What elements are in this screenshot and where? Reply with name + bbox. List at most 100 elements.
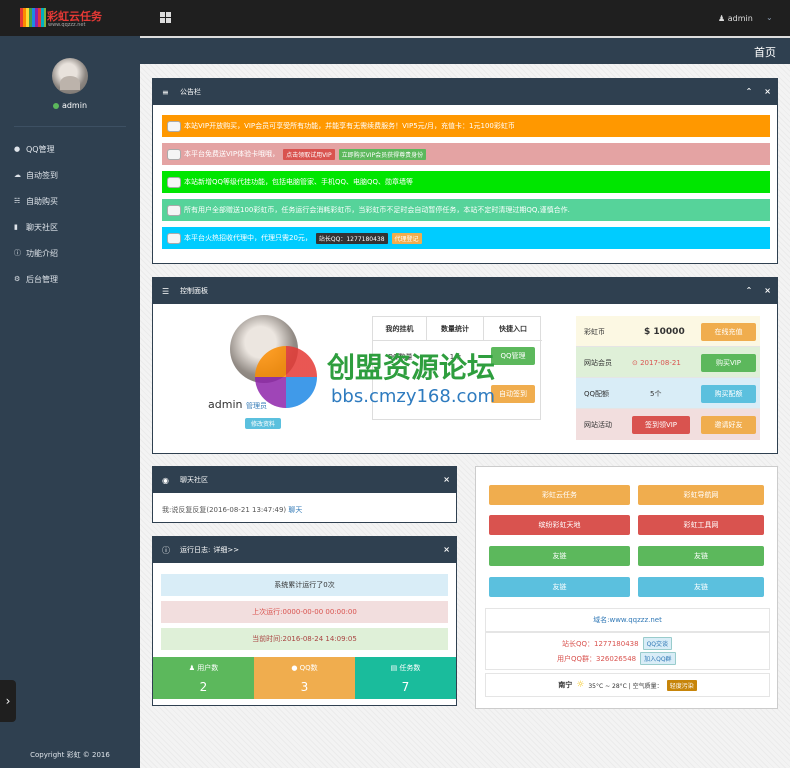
menu-toggle-icon[interactable] (160, 12, 171, 23)
sun-icon: ☼ (576, 680, 585, 690)
notice-item: 本平台免费送VIP体验卡哦哦， 点击领取试用VIP 立即购买VIP会员获得尊贵身份 (162, 143, 770, 165)
domain-text: 域名:www.qqzzz.net (485, 608, 770, 632)
buy-vip-button[interactable]: 购买VIP (701, 354, 756, 372)
link-button[interactable]: 缤纷彩虹天地 (489, 515, 630, 535)
sidebar-item-signin[interactable]: ☁ 自动签到 (14, 162, 58, 188)
expand-tab[interactable]: › (0, 680, 16, 722)
signin-vip-button[interactable]: 签到领VIP (632, 416, 690, 434)
info-row: 网站活动 签到领VIP 邀请好友 (576, 409, 760, 440)
sidebar-item-chat[interactable]: ▮ 聊天社区 (14, 214, 58, 240)
close-icon[interactable]: × (764, 87, 771, 96)
notice-item: 本站新增QQ等级代挂功能，包括电脑管家、手机QQ、电脑QQ、勋章墙等 (162, 171, 770, 193)
agent-register-button[interactable]: 代理登记 (391, 232, 422, 244)
info-row: 网站会员 ⊙ 2017-08-21 购买VIP (576, 347, 760, 378)
admin-qq-tag[interactable]: 站长QQ：1277180438 (315, 232, 388, 244)
sidebar-item-qq[interactable]: ● QQ管理 (14, 136, 58, 162)
notice-item: 所有用户全部赠送100彩虹币，任务运行会消耗彩虹币，当彩虹币不足时会自动暂停任务… (162, 199, 770, 221)
close-icon[interactable]: × (764, 286, 771, 295)
watermark-title: 创盟资源论坛 (327, 351, 496, 384)
list-icon: ≡ (162, 87, 169, 97)
invite-friends-button[interactable]: 邀请好友 (701, 416, 756, 434)
weather-bar: 南宁 ☼ 35°C ~ 28°C | 空气质量： 轻度污染 (485, 673, 770, 697)
watermark: 创盟资源论坛 bbs.cmzy168.com (255, 344, 555, 414)
brand-url: www.qqzzz.net (48, 22, 86, 28)
stat-users: ♟ 用户数 2 (153, 657, 254, 699)
collapse-icon[interactable]: ⌃ (746, 286, 753, 295)
log-row: 当前时间:2016-08-24 14:09:05 (161, 628, 448, 650)
notice-icon (167, 232, 181, 244)
log-panel: ⓘ 运行日志: 详细>> × 系统累计运行了0次 上次运行:0000-00-00 0… (152, 536, 457, 706)
panel-title: 控制面板 (180, 287, 208, 295)
info-table: 彩虹币 $ 10000 在线充值 网站会员 ⊙ 2017-08-21 购买VIP… (576, 316, 760, 440)
user-name: admin (727, 14, 753, 23)
contact-box: 站长QQ：1277180438 QQ交谈 用户QQ群：326026548 加入QQ群 (485, 632, 770, 670)
sidebar-item-shop[interactable]: ☵ 自助购买 (14, 188, 58, 214)
notice-item: 本站VIP开放购买，VIP会员可享受所有功能，并能享有无需续费服务！VIP5元/… (162, 115, 770, 137)
info-label: QQ配额 (584, 389, 610, 398)
notice-icon (167, 204, 181, 216)
qq-icon: ● (291, 664, 298, 672)
cloud-icon: ☁ (14, 171, 21, 179)
gear-icon: ⚙ (14, 275, 21, 283)
info-icon: ⓘ (14, 249, 21, 257)
link-button[interactable]: 彩虹导航网 (638, 485, 764, 505)
link-button[interactable]: 彩虹云任务 (489, 485, 630, 505)
chevron-down-icon[interactable]: ⌄ (766, 13, 773, 22)
panel-header: ☰ 控制面板 ⌃ × (153, 278, 777, 304)
user-icon: ♟ (188, 664, 196, 672)
weather-temp: 35°C ~ 28°C | 空气质量： (588, 682, 663, 690)
sidebar-item-features[interactable]: ⓘ 功能介绍 (14, 240, 58, 266)
sidebar-item-admin[interactable]: ⚙ 后台管理 (14, 266, 58, 292)
buy-quota-button[interactable]: 购买配额 (701, 385, 756, 403)
admin-qq: 站长QQ：1277180438 QQ交谈 (562, 637, 673, 650)
info-row: 彩虹币 $ 10000 在线充值 (576, 316, 760, 347)
qq-group: 用户QQ群：326026548 加入QQ群 (557, 652, 676, 665)
edit-profile-button[interactable]: 修改资料 (245, 418, 281, 429)
table-header: 我的挂机 (373, 317, 427, 341)
online-dot-icon (52, 102, 59, 109)
link-button[interactable]: 友链 (638, 577, 764, 597)
comments-icon: ◉ (162, 475, 169, 485)
chat-link[interactable]: 聊天 (288, 506, 302, 514)
info-value: 5个 (650, 389, 662, 398)
link-button[interactable]: 友链 (489, 577, 630, 597)
log-detail-link[interactable]: 详细>> (213, 545, 239, 555)
avatar[interactable] (52, 58, 88, 94)
comment-icon: ▮ (14, 223, 18, 231)
panel-header: ⓘ 运行日志: 详细>> × (153, 537, 456, 563)
chat-panel: ◉ 聊天社区 × 我:说反复反复(2016-08-21 13:47:49) 聊天 (152, 466, 457, 523)
notice-icon (167, 120, 181, 132)
join-group-button[interactable]: 加入QQ群 (640, 652, 676, 665)
vip-trial-button[interactable]: 点击领取试用VIP (283, 148, 335, 160)
user-icon: ♟ (718, 14, 726, 23)
recharge-button[interactable]: 在线充值 (701, 323, 756, 341)
stat-tasks: ▤ 任务数 7 (355, 657, 456, 699)
info-value: $ 10000 (644, 326, 685, 337)
weather-city: 南宁 (558, 681, 573, 689)
sidebar: admin ● QQ管理 ☁ 自动签到 ☵ 自助购买 ▮ 聊天社区 ⓘ 功能介绍 ⚙ 后台管… (0, 36, 140, 768)
log-row: 上次运行:0000-00-00 00:00:00 (161, 601, 448, 623)
close-icon[interactable]: × (443, 545, 450, 554)
log-row: 系统累计运行了0次 (161, 574, 448, 596)
divider (14, 126, 126, 127)
qq-chat-button[interactable]: QQ交谈 (642, 637, 673, 650)
collapse-icon[interactable]: ⌃ (746, 87, 753, 96)
link-button[interactable]: 友链 (489, 546, 630, 566)
buy-vip-button[interactable]: 立即购买VIP会员获得尊贵身份 (338, 148, 427, 160)
breadcrumb: 首页 (140, 36, 790, 64)
chevron-right-icon: › (5, 694, 11, 708)
user-menu[interactable]: ♟ admin (718, 14, 753, 23)
info-label: 网站活动 (584, 420, 612, 429)
globe-icon: ● (14, 145, 21, 153)
stat-qq: ● QQ数 3 (254, 657, 355, 699)
link-button[interactable]: 彩虹工具网 (638, 515, 764, 535)
close-icon[interactable]: × (443, 475, 450, 484)
logo[interactable]: 彩虹云任务 www.qqzzz.net (20, 8, 110, 30)
panel-header: ≡ 公告栏 ⌃ × (153, 79, 777, 105)
list-icon: ☰ (162, 286, 170, 296)
info-label: 网站会员 (584, 358, 612, 367)
watermark-url: bbs.cmzy168.com (331, 386, 496, 407)
info-label: 彩虹币 (584, 327, 605, 336)
panel-header: ◉ 聊天社区 × (153, 467, 456, 493)
link-button[interactable]: 友链 (638, 546, 764, 566)
